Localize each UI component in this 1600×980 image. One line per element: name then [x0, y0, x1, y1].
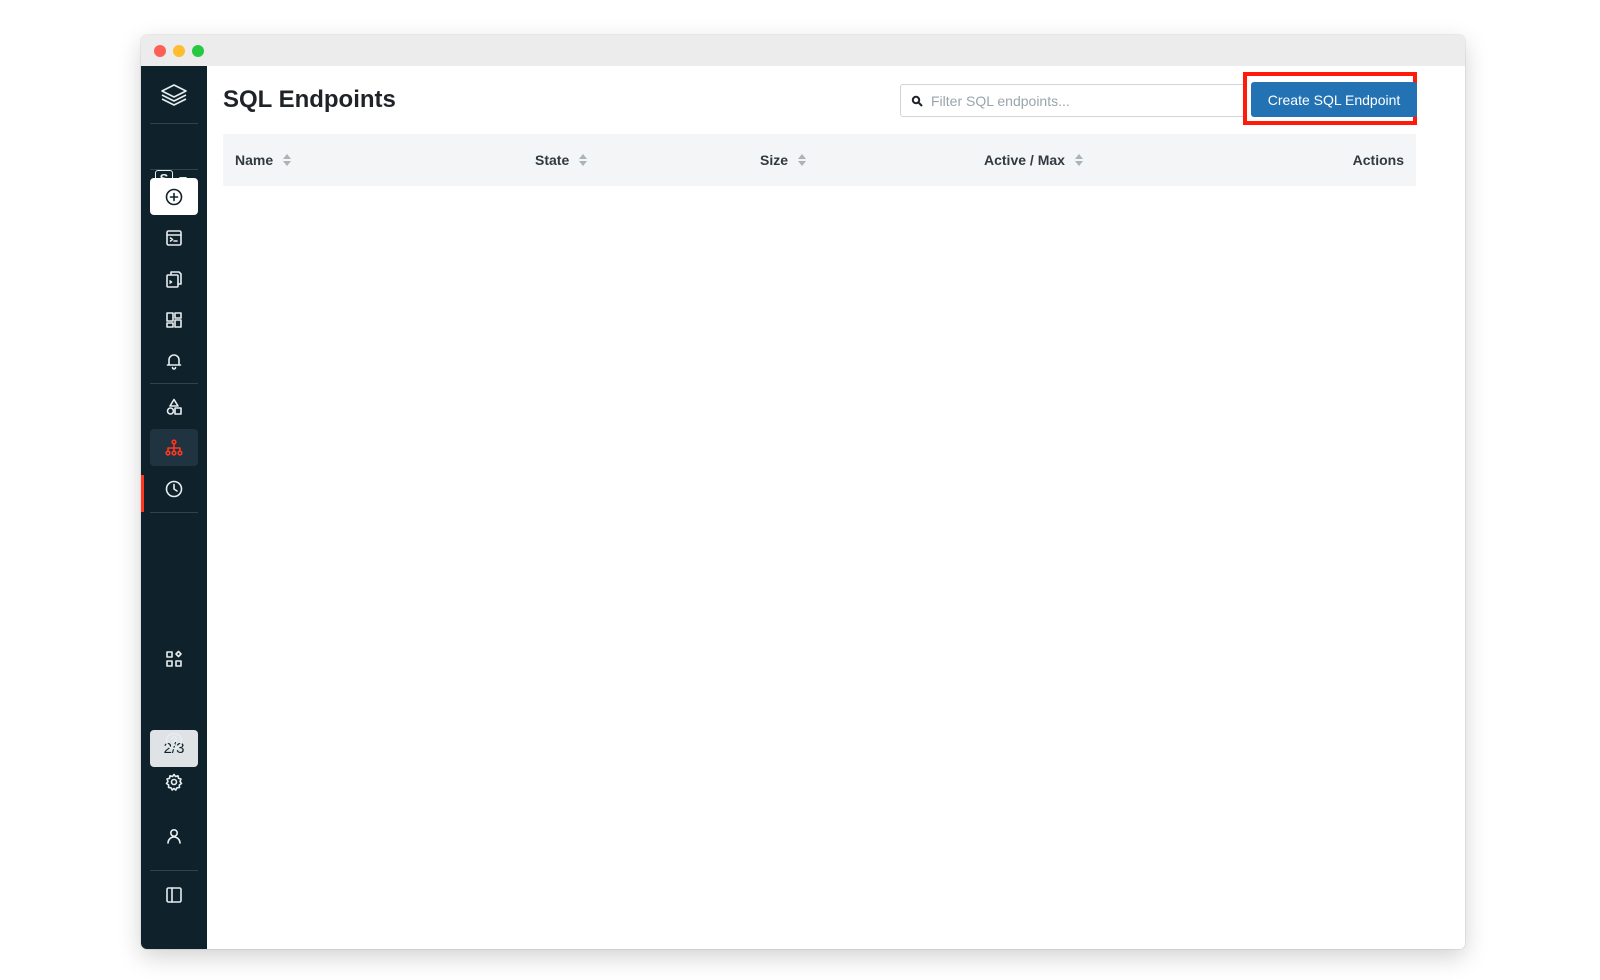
sidebar-divider [150, 169, 198, 170]
column-header-state[interactable]: State [535, 134, 588, 186]
search-input[interactable] [929, 91, 1233, 110]
alerts-icon [166, 353, 182, 370]
sidebar-item-queries[interactable] [150, 260, 198, 297]
sidebar-item-sql-editor[interactable] [150, 219, 198, 256]
sidebar-divider [150, 870, 198, 871]
page-title: SQL Endpoints [223, 86, 396, 113]
main-content: SQL Endpoints Create SQL Endpoint Name S… [207, 66, 1465, 949]
search-icon [911, 95, 923, 107]
sidebar-item-help[interactable] [150, 722, 198, 759]
active-indicator [141, 475, 144, 512]
sidebar-divider [150, 383, 198, 384]
sort-icon [798, 154, 807, 166]
column-header-name[interactable]: Name [235, 134, 292, 186]
column-header-size[interactable]: Size [760, 134, 807, 186]
column-label: Active / Max [984, 152, 1065, 168]
sidebar-item-settings[interactable] [150, 763, 198, 800]
sort-icon [1074, 154, 1083, 166]
maximize-window-button[interactable] [192, 45, 204, 57]
settings-icon [165, 773, 183, 791]
window-titlebar [141, 35, 1465, 67]
column-header-actions: Actions [1353, 134, 1404, 186]
sidebar-item-partner-connect[interactable] [150, 640, 198, 677]
history-icon [165, 480, 183, 497]
queries-icon [166, 270, 182, 288]
user-icon [167, 828, 181, 844]
sidebar-item-alerts[interactable] [150, 342, 198, 379]
sql-editor-icon [166, 229, 182, 246]
column-label: Actions [1352, 152, 1404, 168]
sidebar-item-collapse[interactable] [150, 876, 198, 913]
sidebar-item-sql-endpoints[interactable] [150, 429, 198, 466]
plus-circle-icon [165, 188, 183, 205]
sort-icon [579, 154, 588, 166]
sidebar-item-create[interactable] [150, 178, 198, 215]
sidebar-item-user[interactable] [150, 817, 198, 854]
sidebar-item-dashboards[interactable] [150, 301, 198, 338]
sidebar: S 2/3 [141, 66, 207, 949]
databricks-logo-icon[interactable] [154, 80, 194, 112]
collapse-sidebar-icon [166, 886, 182, 903]
sidebar-item-history[interactable] [150, 470, 198, 507]
column-header-active-max[interactable]: Active / Max [984, 134, 1083, 186]
sidebar-divider [150, 123, 198, 124]
table-header: Name State Size Active / Max Actions [223, 134, 1416, 186]
sidebar-divider [150, 512, 198, 513]
search-box[interactable] [900, 84, 1246, 117]
help-icon [165, 732, 183, 749]
app-window: S 2/3 [141, 35, 1465, 949]
close-window-button[interactable] [154, 45, 166, 57]
column-label: Name [235, 152, 274, 168]
column-label: Size [760, 152, 789, 168]
column-label: State [535, 152, 570, 168]
data-icon [166, 398, 182, 415]
dashboards-icon [166, 311, 182, 328]
partner-connect-icon [166, 650, 182, 667]
sort-icon [283, 154, 292, 166]
minimize-window-button[interactable] [173, 45, 185, 57]
sidebar-item-data[interactable] [150, 388, 198, 425]
create-sql-endpoint-button[interactable]: Create SQL Endpoint [1251, 82, 1417, 117]
endpoints-icon [165, 438, 183, 456]
